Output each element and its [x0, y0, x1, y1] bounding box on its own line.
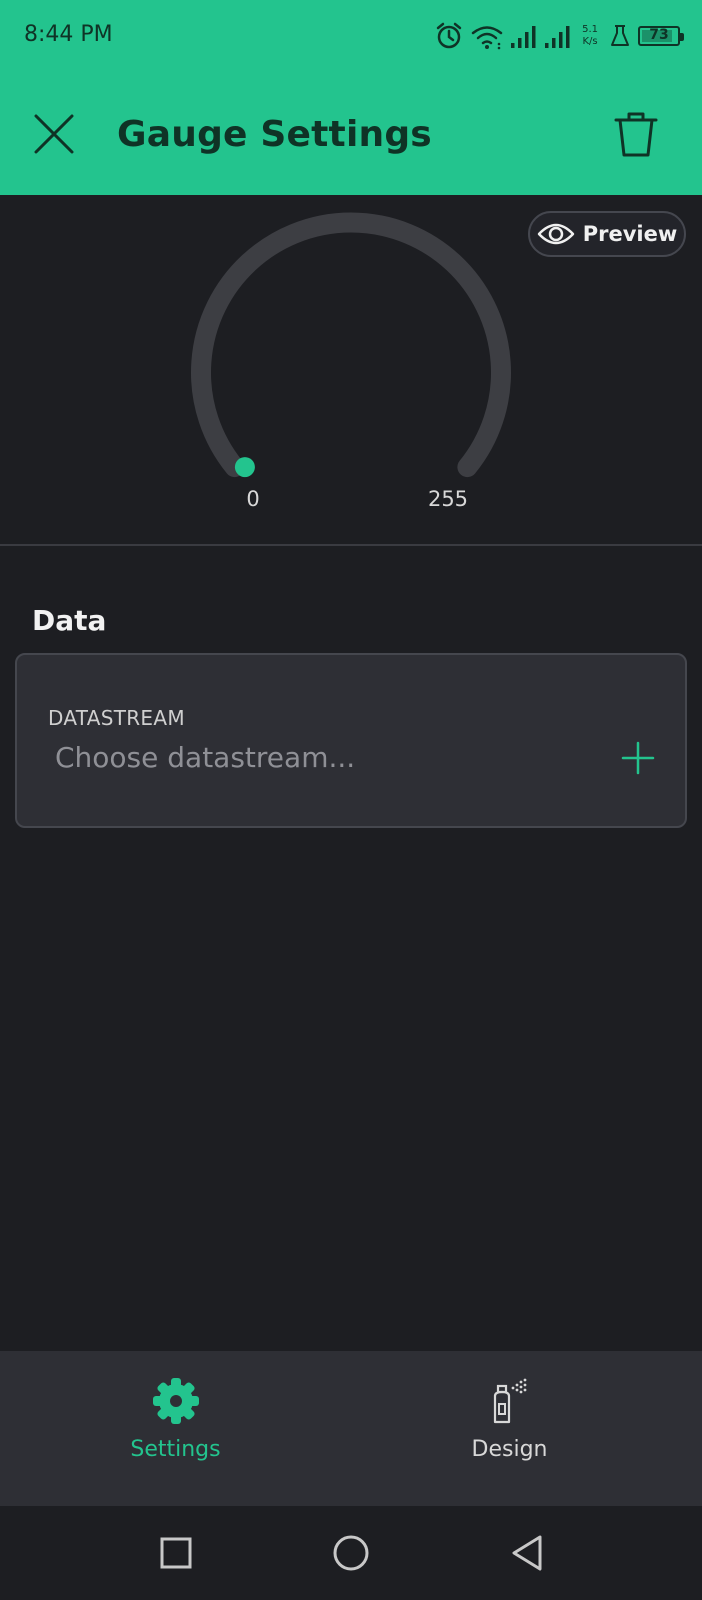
gear-icon: [151, 1373, 201, 1429]
delete-button[interactable]: [610, 106, 662, 162]
battery-level: 73: [649, 27, 669, 43]
recents-button[interactable]: [154, 1531, 198, 1575]
back-triangle-icon: [512, 1535, 542, 1571]
speed-unit: K/s: [582, 36, 598, 47]
system-nav-bar: [0, 1506, 702, 1600]
preview-label: Preview: [582, 222, 678, 246]
page-title: Gauge Settings: [117, 114, 432, 155]
section-divider: [0, 544, 702, 546]
flask-icon: [611, 25, 629, 46]
spray-can-icon: [485, 1373, 535, 1429]
gauge-track: [191, 212, 511, 478]
datastream-selector[interactable]: DATASTREAM: [15, 653, 687, 828]
home-button[interactable]: [329, 1531, 373, 1575]
eye-icon: [537, 223, 574, 245]
wifi-icon: [471, 26, 503, 50]
app-bar: Gauge Settings: [0, 72, 702, 195]
datastream-label: DATASTREAM: [48, 706, 185, 730]
preview-button[interactable]: Preview: [528, 211, 686, 257]
widget-preview: 0 255 Preview: [0, 195, 702, 545]
tab-settings-label: Settings: [130, 1437, 221, 1462]
close-button[interactable]: [28, 108, 80, 160]
gauge-max-label: 255: [427, 487, 469, 511]
gauge-value-indicator: [234, 457, 255, 478]
gauge-min-label: 0: [246, 487, 260, 511]
datastream-input[interactable]: [55, 741, 575, 774]
status-time: 8:44 PM: [24, 22, 113, 47]
bottom-nav: Settings Design: [0, 1351, 702, 1506]
alarm-icon: [436, 22, 462, 49]
signal-icon: [511, 26, 536, 48]
signal-icon: [545, 26, 570, 48]
tab-design-label: Design: [471, 1437, 548, 1462]
data-section-title: Data: [32, 604, 107, 637]
recents-square-icon: [160, 1537, 192, 1569]
network-speed: 5.1 K/s: [582, 24, 598, 48]
status-bar: 8:44 PM 5.1 K/s 73: [0, 0, 702, 72]
home-circle-icon: [333, 1535, 369, 1571]
tab-settings[interactable]: Settings: [0, 1351, 351, 1506]
plus-icon[interactable]: [621, 741, 655, 775]
trash-icon: [614, 112, 658, 157]
back-button[interactable]: [505, 1531, 549, 1575]
status-icons: 5.1 K/s 73: [434, 18, 684, 54]
tab-design[interactable]: Design: [334, 1351, 685, 1506]
close-icon: [34, 114, 74, 154]
speed-value: 5.1: [582, 24, 598, 35]
battery-icon: 73: [638, 26, 684, 46]
